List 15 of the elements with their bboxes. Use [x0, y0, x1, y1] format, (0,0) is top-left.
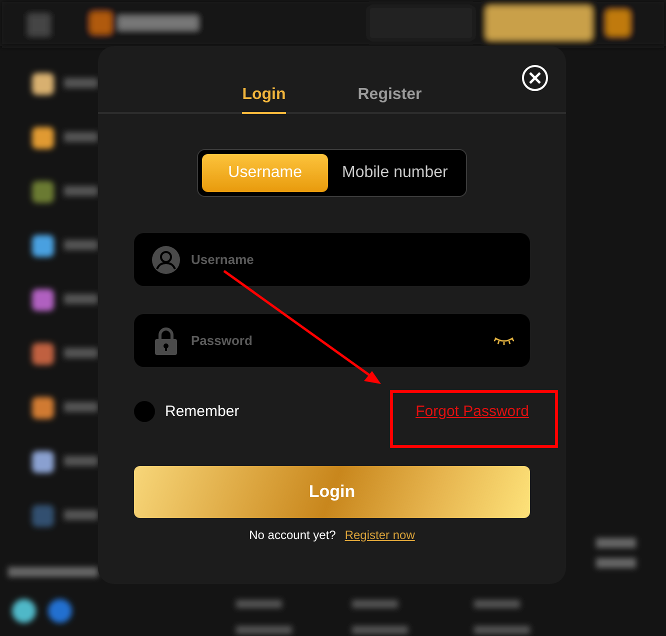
tab[interactable]: Login — [242, 84, 286, 114]
forgot-password-link[interactable]: Forgot Password — [416, 403, 529, 420]
remember-checkbox[interactable] — [134, 401, 155, 422]
no-account-text: No account yet? — [249, 528, 336, 542]
lock-icon — [155, 326, 177, 354]
toggle-option[interactable]: Mobile number — [328, 154, 462, 192]
closed-eye-icon[interactable] — [494, 336, 514, 346]
close-button[interactable] — [522, 65, 548, 91]
tab[interactable]: Register — [358, 84, 422, 114]
username-field[interactable]: Username — [134, 233, 530, 286]
register-link[interactable]: Register now — [344, 528, 415, 542]
remember-label: Remember — [165, 403, 240, 420]
password-field[interactable]: Password — [134, 314, 530, 367]
close-icon — [529, 72, 541, 84]
user-icon — [152, 246, 180, 274]
